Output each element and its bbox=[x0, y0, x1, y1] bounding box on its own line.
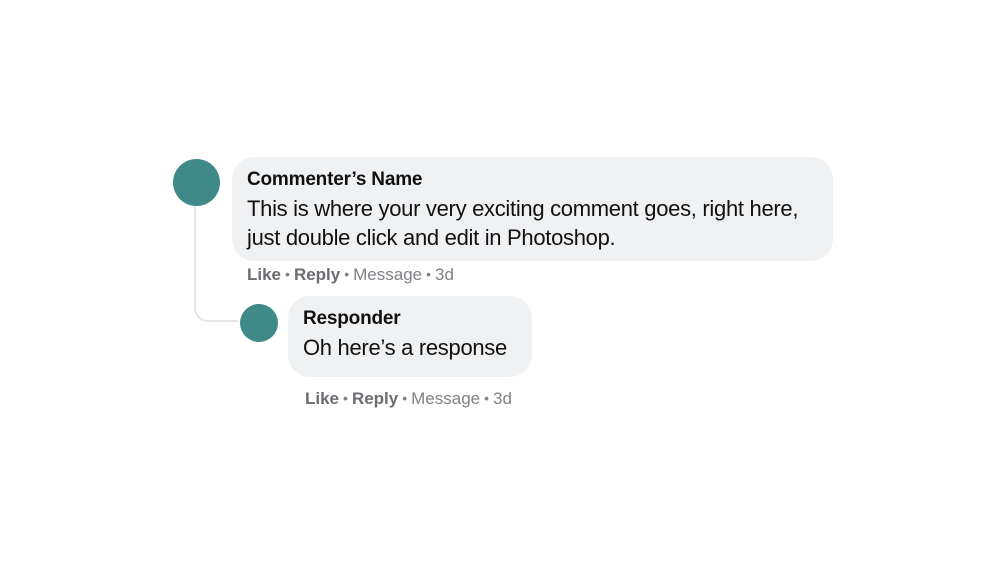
reply-timestamp: 3d bbox=[493, 389, 512, 408]
responder-name[interactable]: Responder bbox=[303, 308, 516, 330]
comment-text: This is where your very exciting comment… bbox=[247, 196, 799, 250]
reply-text: Oh here’s a response bbox=[303, 335, 507, 360]
comment-bubble: Commenter’s Name This is where your very… bbox=[232, 157, 833, 261]
comment-timestamp: 3d bbox=[435, 265, 454, 284]
message-link[interactable]: Message bbox=[411, 389, 480, 408]
separator-dot: • bbox=[484, 390, 490, 406]
commenter-name[interactable]: Commenter’s Name bbox=[247, 169, 817, 191]
separator-dot: • bbox=[426, 266, 432, 282]
separator-dot: • bbox=[285, 266, 290, 282]
reply-link[interactable]: Reply bbox=[352, 389, 398, 408]
separator-dot: • bbox=[402, 390, 408, 406]
separator-dot: • bbox=[344, 266, 350, 282]
like-link[interactable]: Like bbox=[247, 265, 281, 284]
comment-thread: Commenter’s Name This is where your very… bbox=[0, 0, 1005, 565]
commenter-avatar[interactable] bbox=[173, 159, 220, 206]
responder-avatar[interactable] bbox=[240, 304, 278, 342]
reply-actions: Like • Reply • Message • 3d bbox=[305, 389, 512, 409]
reply-bubble: Responder Oh here’s a response bbox=[288, 296, 532, 377]
reply-link[interactable]: Reply bbox=[294, 265, 340, 284]
separator-dot: • bbox=[343, 390, 348, 406]
message-link[interactable]: Message bbox=[353, 265, 422, 284]
like-link[interactable]: Like bbox=[305, 389, 339, 408]
comment-actions: Like • Reply • Message • 3d bbox=[247, 265, 454, 285]
